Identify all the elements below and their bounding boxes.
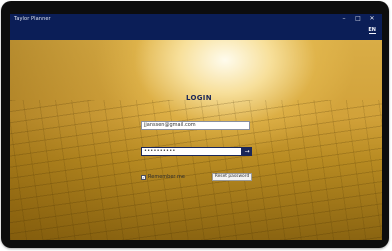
close-icon[interactable]: ✕: [365, 14, 379, 24]
arrow-right-icon: →: [244, 148, 250, 155]
login-heading: LOGIN: [186, 94, 212, 102]
remember-me-checkbox[interactable]: ✓: [141, 175, 146, 180]
password-field[interactable]: ••••••••••: [141, 147, 242, 156]
minimize-icon[interactable]: –: [337, 14, 351, 24]
background-image: [10, 40, 382, 240]
device-frame: Taylor Planner – □ ✕ EN LOGIN jjanssen@g…: [1, 1, 389, 248]
title-bar: Taylor Planner – □ ✕ EN: [10, 14, 382, 40]
language-underline: [369, 33, 376, 34]
reset-password-button[interactable]: Reset password: [212, 173, 252, 181]
checkmark-icon: ✓: [142, 175, 146, 180]
maximize-icon[interactable]: □: [351, 14, 365, 24]
email-field[interactable]: jjanssen@gmail.com: [141, 121, 250, 130]
app-window: Taylor Planner – □ ✕ EN LOGIN jjanssen@g…: [10, 14, 382, 240]
window-title: Taylor Planner: [14, 16, 51, 22]
submit-button[interactable]: →: [242, 147, 252, 156]
remember-me-label[interactable]: Remember me: [148, 174, 185, 180]
